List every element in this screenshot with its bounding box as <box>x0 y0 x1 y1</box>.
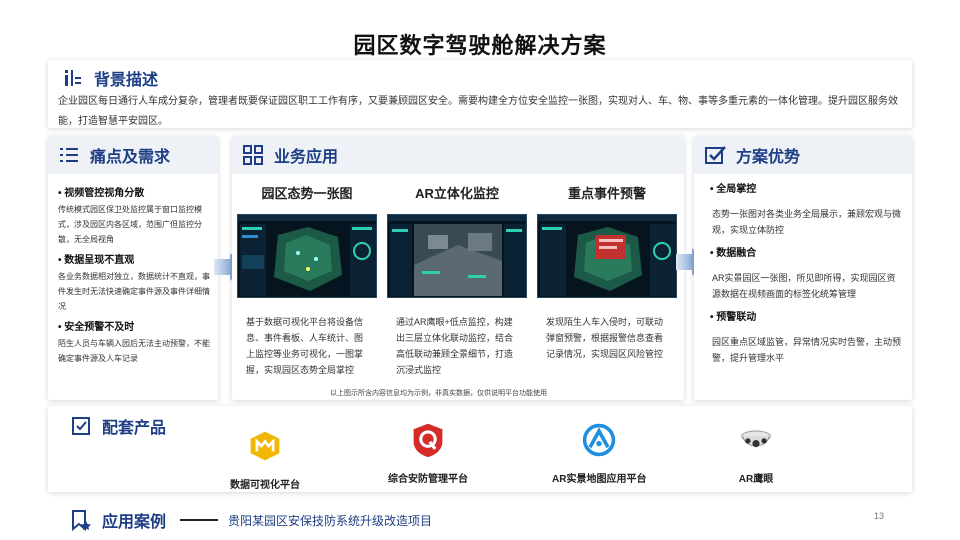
dashboard-screenshot <box>237 214 377 298</box>
page-title: 园区数字驾驶舱解决方案 <box>353 33 607 58</box>
product-label: AR鹰眼 <box>738 474 774 485</box>
business-column-desc: 通过AR鹰眼+低点监控，构建出三层立体化联动监控，结合高低联动兼顾全景细节，打造… <box>396 317 514 375</box>
business-column-title: AR立体化监控 <box>415 186 499 201</box>
pain-item: 视频管控视角分散 传统模式园区保卫处监控属于窗口监控模式，涉及园区内各区域，范围… <box>58 186 210 247</box>
grid-apps-icon <box>242 144 264 166</box>
product-label: AR实景地图应用平台 <box>552 474 647 485</box>
case-text: 贵阳某园区安保技防系统升级改造项目 <box>228 513 433 528</box>
pain-item-desc: 各业务数据相对独立，数据统计不直观，事件发生时无法快速确定事件源及事件详细情况 <box>58 272 210 311</box>
pain-heading: 痛点及需求 <box>90 149 171 166</box>
business-column-desc: 基于数据可视化平台将设备信息、事件看板、人车统计、图上监控等业务可视化，一图掌握… <box>246 317 364 375</box>
products-heading: 配套产品 <box>102 420 167 437</box>
dataviz-logo-icon <box>245 426 285 466</box>
business-column-title: 重点事件预警 <box>567 186 646 201</box>
advantage-desc: 园区重点区域监管，异常情况实时告警，主动预警，提升管理水平 <box>712 337 902 363</box>
background-heading: 背景描述 <box>94 72 159 89</box>
bookmark-star-icon <box>70 509 92 531</box>
business-column: AR立体化监控 通过AR鹰眼+低点监控，构建出三层立体化联动监控，结合高低联动兼… <box>382 174 532 378</box>
list-icon <box>58 144 80 166</box>
camera-icon <box>736 420 776 460</box>
advantages-card: 方案优势 全局掌控 态势一张图对各类业务全局展示，兼顾宏观与微观，实现立体防控 … <box>694 136 912 400</box>
business-heading: 业务应用 <box>274 149 339 166</box>
application-case-row: 应用案例 贵阳某园区安保技防系统升级改造项目 <box>70 508 432 532</box>
business-column: 园区态势一张图 基于数据可视化平台将设备信息、事件看板、人车统计、图上监控等业务… <box>232 174 382 378</box>
advantage-title: 全局掌控 <box>710 182 902 198</box>
product-item: AR鹰眼 <box>736 420 776 485</box>
checkbox-icon <box>70 415 92 437</box>
product-item: 综合安防管理平台 <box>388 420 468 485</box>
pain-item-title: 安全预警不及时 <box>58 320 210 336</box>
advantage-desc: 态势一张图对各类业务全局展示，兼顾宏观与微观，实现立体防控 <box>712 209 902 235</box>
advantage-item: 预警联动 园区重点区域监管，异常情况实时告警，主动预警，提升管理水平 <box>710 310 902 366</box>
background-text: 企业园区每日通行人车成分复杂，管理者既要保证园区职工工作有序，又要兼顾园区安全。… <box>58 96 898 127</box>
ar-monitor-screenshot <box>387 214 527 298</box>
alarm-screenshot <box>537 214 677 298</box>
page-number: 13 <box>874 511 885 521</box>
pain-item-desc: 传统模式园区保卫处监控属于窗口监控模式，涉及园区内各区域，范围广但监控分散，无全… <box>58 205 202 244</box>
advantages-heading: 方案优势 <box>736 149 801 166</box>
business-card: 业务应用 园区态势一张图 基于数据可视化平台将设备信息、事件看板、人车统计、图上… <box>232 136 684 400</box>
advantage-title: 预警联动 <box>710 310 902 326</box>
pain-points-card: 痛点及需求 视频管控视角分散 传统模式园区保卫处监控属于窗口监控模式，涉及园区内… <box>48 136 218 400</box>
pain-item: 安全预警不及时 陌生人员与车辆入园后无法主动预警，不能确定事件源及人车记录 <box>58 320 210 366</box>
advantage-item: 全局掌控 态势一张图对各类业务全局展示，兼顾宏观与微观，实现立体防控 <box>710 182 902 238</box>
checkmark-edit-icon <box>704 144 726 166</box>
business-column-desc: 发现陌生人车入侵时，可联动弹窗预警，根据报警信息查看记录情况，实现园区风险管控 <box>546 317 664 359</box>
product-label: 综合安防管理平台 <box>388 474 468 485</box>
product-item: AR实景地图应用平台 <box>552 420 646 485</box>
product-item: 数据可视化平台 <box>230 426 300 491</box>
info-list-icon <box>62 67 84 89</box>
cases-heading: 应用案例 <box>102 514 167 531</box>
business-column: 重点事件预警 发现陌生人车入侵时，可联动弹窗预警，根据报警信息查看记录情况，实现… <box>532 174 682 378</box>
background-card: 背景描述 企业园区每日通行人车成分复杂，管理者既要保证园区职工工作有序，又要兼顾… <box>48 60 912 128</box>
pain-item-title: 视频管控视角分散 <box>58 186 210 202</box>
pain-item: 数据呈现不直观 各业务数据相对独立，数据统计不直观，事件发生时无法快速确定事件源… <box>58 253 210 314</box>
advantage-desc: AR实景园区一张图，所见即所得，实现园区资源数据在视频画面的标签化统筹管理 <box>712 273 896 299</box>
product-label: 数据可视化平台 <box>230 480 300 491</box>
advantage-title: 数据融合 <box>710 246 902 262</box>
divider <box>180 519 219 521</box>
pain-item-desc: 陌生人员与车辆入园后无法主动预警，不能确定事件源及人车记录 <box>58 339 210 363</box>
pain-item-title: 数据呈现不直观 <box>58 253 210 269</box>
security-platform-logo-icon <box>408 420 448 460</box>
disclaimer-text: 以上图示所含内容信息均为示例，非真实数据，仅供说明平台功能使用 <box>330 390 547 397</box>
advantage-item: 数据融合 AR实景园区一张图，所见即所得，实现园区资源数据在视频画面的标签化统筹… <box>710 246 902 302</box>
products-card: 配套产品 数据可视化平台 综合安防管理平台 AR实景地图应用平台 AR鹰眼 <box>48 406 912 492</box>
business-column-title: 园区态势一张图 <box>261 186 353 201</box>
ar-map-logo-icon <box>579 420 619 460</box>
